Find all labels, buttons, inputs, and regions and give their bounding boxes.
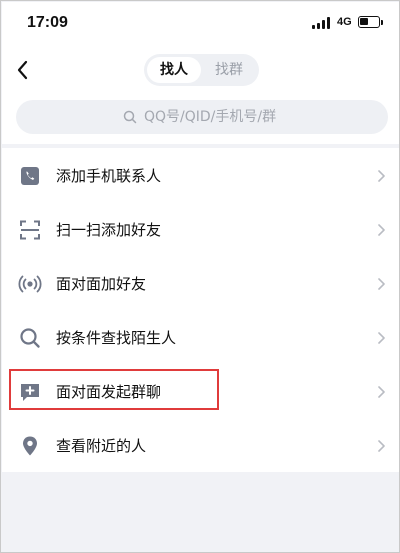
- menu-item-label: 按条件查找陌生人: [56, 329, 177, 347]
- highlight-box: [9, 369, 219, 410]
- menu-item-face-to-face-add-friend[interactable]: 面对面加好友: [2, 257, 399, 311]
- battery-icon: [358, 16, 380, 28]
- segmented-control: 找人 找群: [144, 54, 259, 86]
- menu-item-label: 添加手机联系人: [56, 167, 162, 185]
- scan-icon: [20, 220, 40, 240]
- chevron-right-icon: [378, 170, 385, 182]
- menu-item-add-phone-contacts[interactable]: 添加手机联系人: [2, 149, 399, 203]
- chevron-right-icon: [378, 332, 385, 344]
- menu-item-scan-add-friend[interactable]: 扫一扫添加好友: [2, 203, 399, 257]
- menu-list: 添加手机联系人 扫一扫添加好友 面对面加好友 按条件查找陌生人 面对面发起群聊 …: [2, 148, 399, 473]
- search-placeholder: QQ号/QID/手机号/群: [144, 109, 277, 125]
- screen: 17:09 4G 找人 找群 QQ号/QID/手机号/群 添加手机联系人 扫一扫…: [0, 0, 400, 553]
- chevron-right-icon: [378, 386, 385, 398]
- tab-find-people[interactable]: 找人: [147, 57, 201, 83]
- chevron-left-icon: [17, 60, 28, 80]
- search-icon: [123, 110, 137, 124]
- menu-item-label: 面对面加好友: [56, 275, 147, 293]
- tab-find-groups[interactable]: 找群: [202, 57, 256, 83]
- search-input[interactable]: QQ号/QID/手机号/群: [16, 100, 388, 134]
- phone-icon: [21, 167, 39, 185]
- battery-cap: [381, 20, 383, 25]
- status-time: 17:09: [27, 14, 68, 31]
- menu-item-label: 查看附近的人: [56, 437, 147, 455]
- signal-icon: [312, 17, 332, 29]
- chevron-right-icon: [378, 224, 385, 236]
- menu-item-search-strangers[interactable]: 按条件查找陌生人: [2, 311, 399, 365]
- menu-item-people-nearby[interactable]: 查看附近的人: [2, 419, 399, 473]
- location-pin-icon: [23, 436, 37, 456]
- back-button[interactable]: [11, 57, 37, 83]
- chevron-right-icon: [378, 278, 385, 290]
- menu-item-label: 扫一扫添加好友: [56, 221, 162, 239]
- chevron-right-icon: [378, 440, 385, 452]
- search-icon: [20, 328, 40, 348]
- face-to-face-icon: [18, 275, 42, 293]
- network-label: 4G: [337, 16, 352, 28]
